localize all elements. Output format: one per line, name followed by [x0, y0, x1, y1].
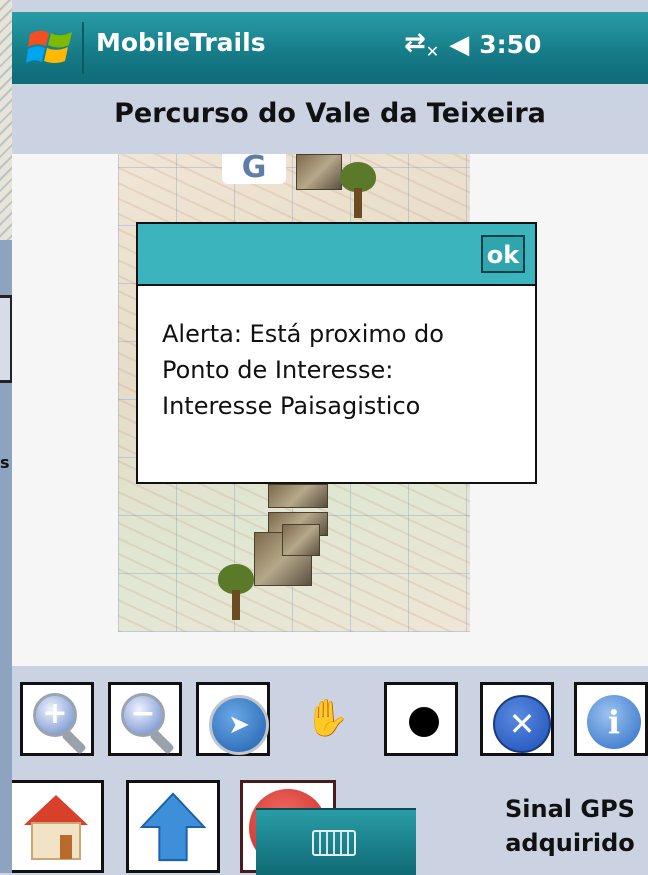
- pan-button[interactable]: ✋: [290, 682, 364, 756]
- poi-photo-marker[interactable]: [282, 524, 320, 556]
- record-dot-icon: [409, 707, 439, 737]
- dialog-header: ok: [138, 224, 535, 286]
- zoom-out-button[interactable]: −: [108, 682, 182, 756]
- status-area[interactable]: ⇄✕ ◀ 3:50: [404, 28, 541, 61]
- alert-dialog: ok Alerta: Está proximo do Ponto de Inte…: [136, 222, 537, 484]
- keyboard-icon[interactable]: [312, 830, 356, 856]
- alert-message: Alerta: Está proximo do Ponto de Interes…: [162, 316, 522, 424]
- input-panel-bar[interactable]: [256, 808, 416, 875]
- up-button[interactable]: [126, 780, 220, 873]
- pan-hand-icon: ✋: [304, 698, 350, 739]
- settings-button[interactable]: ✕: [480, 682, 554, 756]
- route-title: Percurso do Vale da Teixeira: [114, 98, 546, 129]
- gps-status-line-1: Sinal GPS: [505, 795, 635, 823]
- record-button[interactable]: [384, 682, 458, 756]
- poi-photo-marker[interactable]: [268, 484, 328, 508]
- tree-marker-icon[interactable]: [218, 564, 254, 620]
- up-arrow-icon: [139, 792, 207, 862]
- network-icon[interactable]: ⇄✕: [404, 28, 439, 61]
- settings-tools-icon: ✕: [493, 695, 551, 753]
- ok-button[interactable]: ok: [481, 235, 525, 273]
- speaker-icon[interactable]: ◀: [449, 30, 469, 60]
- windows-start-icon[interactable]: [26, 24, 76, 72]
- alert-line-3: Interesse Paisagistico: [162, 392, 421, 420]
- background-map-fragment: [0, 0, 12, 240]
- info-button[interactable]: i: [574, 682, 648, 756]
- route-header: Percurso do Vale da Teixeira: [12, 84, 648, 154]
- alert-line-2: Ponto de Interesse:: [162, 356, 394, 384]
- background-text-fragment: s: [0, 453, 10, 472]
- gps-status-line-2: adquirido: [505, 829, 635, 857]
- background-window-strip: s: [0, 0, 13, 873]
- select-pointer-icon: ➤: [209, 695, 269, 755]
- tree-marker-icon[interactable]: [340, 162, 376, 218]
- home-icon: [24, 795, 88, 860]
- title-divider: [82, 22, 84, 74]
- zoom-in-button[interactable]: +: [20, 682, 94, 756]
- title-bar: MobileTrails ⇄✕ ◀ 3:50: [12, 12, 648, 84]
- alert-line-1: Alerta: Está proximo do: [162, 320, 444, 348]
- home-button[interactable]: [12, 780, 104, 873]
- info-icon: i: [587, 695, 641, 749]
- gps-status: Sinal GPS adquirido: [492, 792, 648, 860]
- select-button[interactable]: ➤: [196, 682, 270, 756]
- bottom-toolbar: + − ➤ ✋ ✕ i Sinal GPS adquirido: [12, 666, 648, 875]
- google-logo-tile: G: [222, 153, 286, 184]
- poi-photo-marker[interactable]: [296, 154, 342, 190]
- clock-time[interactable]: 3:50: [479, 30, 541, 59]
- app-title: MobileTrails: [96, 28, 266, 57]
